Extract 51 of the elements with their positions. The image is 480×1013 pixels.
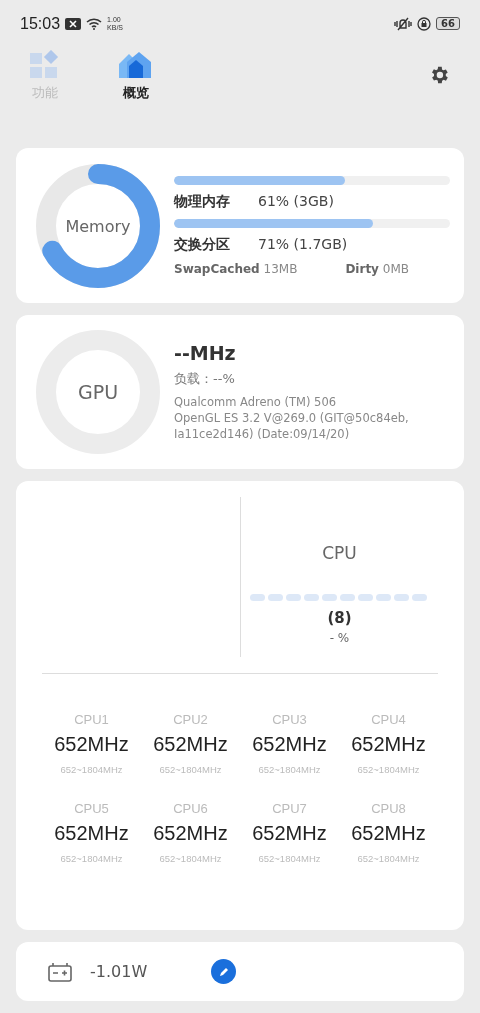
core-range: 652~1804MHz (159, 763, 222, 775)
core-range: 652~1804MHz (60, 852, 123, 864)
notification-icon (65, 17, 82, 30)
vibrate-icon (394, 16, 413, 31)
lock-rotation-icon (417, 16, 432, 31)
memory-reading: 71% (1.7GB) (258, 235, 348, 254)
wifi-icon (86, 17, 103, 30)
ring-label: Memory (65, 216, 131, 236)
core-range: 652~1804MHz (258, 852, 321, 864)
status-time: 15:03 (20, 14, 61, 33)
battery-icon (48, 961, 72, 982)
core-name: CPU4 (371, 711, 406, 727)
gpu-version: OpenGL ES 3.2 V@269.0 (GIT@50c84eb, Ia11ce2d146) (Date:09/14/20) (174, 410, 410, 442)
gpu-frequency: --MHz (174, 342, 237, 364)
memory-stat: SwapCached 13MB (174, 261, 298, 276)
core-frequency: 652MHz (54, 821, 129, 845)
core-count: (8) (327, 608, 352, 627)
gpu-renderer: Qualcomm Adreno (TM) 506 (174, 394, 338, 410)
memory-reading: 61% (3GB) (258, 192, 334, 211)
gpu-load: 负载：--% (174, 370, 236, 388)
core-name: CPU8 (371, 800, 406, 816)
core-frequency: 652MHz (153, 732, 228, 756)
core-name: CPU7 (272, 800, 307, 816)
core-frequency: 652MHz (351, 732, 426, 756)
core-range: 652~1804MHz (357, 763, 420, 775)
core-range: 652~1804MHz (258, 763, 321, 775)
core-range: 652~1804MHz (357, 852, 420, 864)
power-reading: -1.01W (90, 962, 148, 982)
ring-label: GPU (77, 381, 119, 403)
core-name: CPU5 (74, 800, 109, 816)
core-frequency: 652MHz (351, 821, 426, 845)
battery-indicator: 66 (436, 17, 460, 31)
cpu-load: - % (329, 630, 350, 645)
core-frequency: 652MHz (54, 732, 129, 756)
core-range: 652~1804MHz (60, 763, 123, 775)
nav-tab[interactable]: 概览 (118, 49, 154, 102)
core-frequency: 652MHz (153, 821, 228, 845)
core-name: CPU2 (173, 711, 208, 727)
core-frequency: 652MHz (252, 732, 327, 756)
core-name: CPU3 (272, 711, 307, 727)
core-name: CPU6 (173, 800, 208, 816)
home-icon (118, 49, 154, 80)
core-name: CPU1 (74, 711, 109, 727)
memory-label: 交换分区 (174, 235, 230, 254)
memory-stat: Dirty 0MB (345, 261, 409, 276)
edit-button[interactable] (211, 959, 237, 985)
memory-label: 物理内存 (174, 192, 230, 211)
core-range: 652~1804MHz (159, 852, 222, 864)
cpu-title: CPU (322, 542, 357, 563)
pencil-icon (217, 965, 230, 978)
core-frequency: 652MHz (252, 821, 327, 845)
